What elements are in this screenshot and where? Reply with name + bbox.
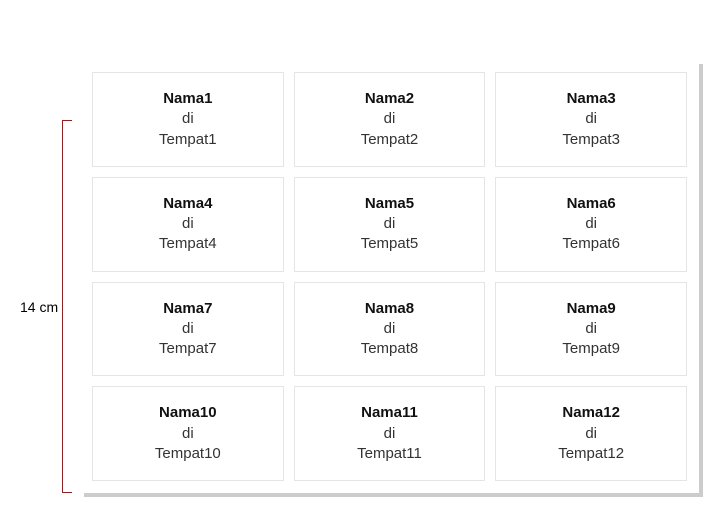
label-place: Tempat8 [303, 339, 477, 359]
label-connector: di [101, 109, 275, 129]
label-card: Nama7 di Tempat7 [92, 282, 284, 377]
label-place: Tempat1 [101, 130, 275, 150]
label-name: Nama12 [504, 403, 678, 423]
label-place: Tempat9 [504, 339, 678, 359]
label-place: Tempat4 [101, 234, 275, 254]
label-name: Nama7 [101, 299, 275, 319]
label-name: Nama5 [303, 194, 477, 214]
label-card: Nama10 di Tempat10 [92, 386, 284, 481]
label-card: Nama2 di Tempat2 [294, 72, 486, 167]
label-connector: di [504, 424, 678, 444]
label-place: Tempat11 [303, 444, 477, 464]
label-connector: di [504, 214, 678, 234]
label-card: Nama12 di Tempat12 [495, 386, 687, 481]
label-place: Tempat2 [303, 130, 477, 150]
label-connector: di [504, 109, 678, 129]
label-card: Nama6 di Tempat6 [495, 177, 687, 272]
label-name: Nama1 [101, 89, 275, 109]
label-connector: di [504, 319, 678, 339]
dimension-left: 14 cm [20, 120, 70, 493]
label-card: Nama11 di Tempat11 [294, 386, 486, 481]
label-card: Nama5 di Tempat5 [294, 177, 486, 272]
label-place: Tempat3 [504, 130, 678, 150]
dimension-height-line [62, 120, 72, 493]
label-card: Nama4 di Tempat4 [92, 177, 284, 272]
label-name: Nama6 [504, 194, 678, 214]
label-grid: Nama1 di Tempat1 Nama2 di Tempat2 Nama3 … [92, 72, 687, 481]
label-connector: di [303, 109, 477, 129]
label-connector: di [101, 424, 275, 444]
label-name: Nama2 [303, 89, 477, 109]
dimension-height-label: 14 cm [20, 299, 58, 315]
label-card: Nama8 di Tempat8 [294, 282, 486, 377]
label-sheet: Nama1 di Tempat1 Nama2 di Tempat2 Nama3 … [80, 60, 699, 493]
label-place: Tempat7 [101, 339, 275, 359]
label-place: Tempat10 [101, 444, 275, 464]
label-name: Nama10 [101, 403, 275, 423]
label-card: Nama3 di Tempat3 [495, 72, 687, 167]
label-connector: di [303, 424, 477, 444]
label-connector: di [303, 319, 477, 339]
label-name: Nama8 [303, 299, 477, 319]
label-name: Nama4 [101, 194, 275, 214]
label-connector: di [303, 214, 477, 234]
label-place: Tempat5 [303, 234, 477, 254]
label-name: Nama11 [303, 403, 477, 423]
label-place: Tempat6 [504, 234, 678, 254]
label-card: Nama1 di Tempat1 [92, 72, 284, 167]
label-name: Nama9 [504, 299, 678, 319]
label-place: Tempat12 [504, 444, 678, 464]
label-name: Nama3 [504, 89, 678, 109]
label-connector: di [101, 319, 275, 339]
label-card: Nama9 di Tempat9 [495, 282, 687, 377]
label-connector: di [101, 214, 275, 234]
label-sheet-diagram: 19,8 cm 14 cm Nama1 di Tempat1 Nama2 di … [20, 60, 699, 493]
